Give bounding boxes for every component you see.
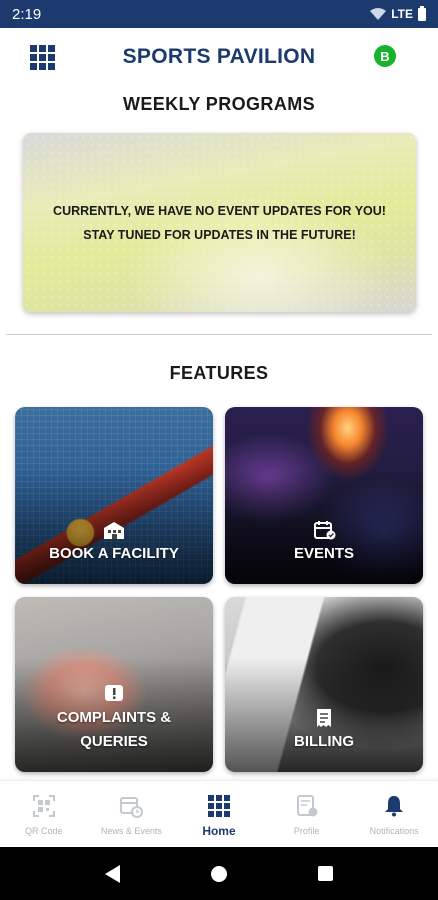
banner-message-line1: CURRENTLY, WE HAVE NO EVENT UPDATES FOR …: [53, 203, 386, 218]
nav-qr-code[interactable]: QR Code: [0, 781, 88, 847]
complaints-queries-card[interactable]: COMPLAINTS & QUERIES: [15, 597, 213, 772]
app-header: SPORTS PAVILION B: [0, 28, 438, 86]
profile-icon: [296, 795, 318, 817]
nav-qr-code-label: QR Code: [25, 826, 63, 836]
weekly-programs-banner: CURRENTLY, WE HAVE NO EVENT UPDATES FOR …: [23, 133, 416, 312]
events-card[interactable]: EVENTS: [225, 407, 423, 584]
nav-profile[interactable]: Profile: [263, 781, 351, 847]
calendar-clock-icon: [120, 797, 144, 818]
home-grid-icon: [207, 795, 230, 817]
nav-profile-label: Profile: [293, 826, 320, 836]
building-icon: [104, 522, 124, 539]
network-type: LTE: [391, 7, 413, 21]
billing-card[interactable]: BILLING: [225, 597, 423, 772]
nav-news-events[interactable]: News & Events: [88, 781, 176, 847]
book-facility-card[interactable]: BOOK A FACILITY: [15, 407, 213, 584]
complaints-label-line2: QUERIES: [80, 733, 148, 750]
bottom-navigation: QR Code News & Events Home Profile Notif…: [0, 780, 438, 847]
battery-icon: [418, 5, 426, 21]
home-icon[interactable]: [210, 865, 227, 882]
complaints-label-line1: COMPLAINTS &: [56, 709, 172, 726]
nav-news-events-label: News & Events: [100, 826, 162, 836]
system-navigation-bar: [0, 847, 438, 900]
nav-notifications[interactable]: Notifications: [350, 781, 438, 847]
banner-message-line2: STAY TUNED FOR UPDATES IN THE FUTURE!: [83, 227, 356, 242]
qr-scan-icon: [32, 795, 55, 817]
receipt-icon: [317, 709, 331, 727]
status-time: 2:19: [12, 5, 42, 23]
features-title: FEATURES: [169, 363, 269, 383]
status-bar: 2:19 LTE: [0, 0, 438, 28]
back-icon[interactable]: [105, 864, 121, 883]
alert-icon: [105, 685, 123, 701]
section-divider: [6, 334, 432, 335]
nav-home-label: Home: [202, 824, 236, 838]
recents-icon[interactable]: [317, 866, 333, 881]
calendar-check-icon: [314, 521, 336, 540]
status-indicators: LTE: [370, 5, 426, 21]
book-facility-label: BOOK A FACILITY: [49, 545, 179, 562]
b-badge-icon[interactable]: B: [374, 45, 396, 67]
bell-icon: [385, 796, 404, 817]
app-title: SPORTS PAVILION: [122, 45, 316, 68]
wifi-icon: [370, 8, 387, 20]
billing-label: BILLING: [294, 733, 354, 750]
events-label: EVENTS: [293, 545, 354, 562]
weekly-programs-title: WEEKLY PROGRAMS: [122, 94, 316, 114]
nav-notifications-label: Notifications: [369, 826, 419, 836]
nav-home[interactable]: Home: [175, 781, 263, 847]
